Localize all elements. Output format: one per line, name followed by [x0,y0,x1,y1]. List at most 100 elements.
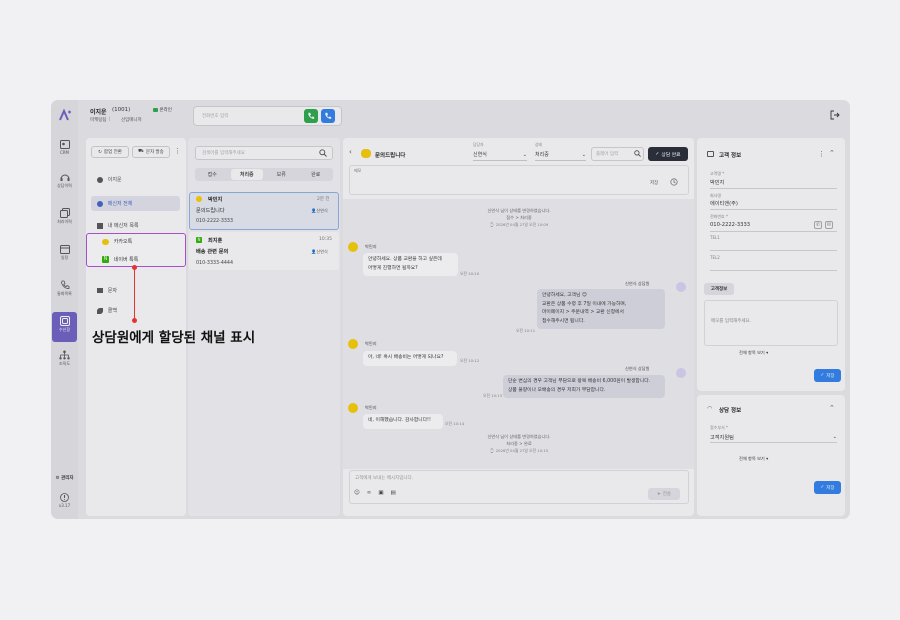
template-icon[interactable]: ▤ [391,490,396,496]
channel-all-text: 메신저 전체 [107,201,133,207]
tab-received[interactable]: 접수 [195,171,230,178]
send-label: 전송 [662,492,672,497]
rail-item-calls[interactable]: 통화목록 [51,280,78,297]
status-label: 온라인 [159,108,172,113]
customer-memo-tab[interactable]: 고객정보 [704,283,734,295]
switch-button[interactable]: ↻ 합업 전환 [91,146,129,158]
rail-item-crm[interactable]: CRM [51,140,78,155]
status-select[interactable]: 처리중 ⌄ [535,149,586,161]
phone-icon [308,112,315,119]
channel-mine[interactable]: 내 메신저 목록 [97,222,139,229]
naver-icon: N [102,256,109,263]
phone-field[interactable]: 010-2222-3333 [710,222,750,228]
image-icon[interactable]: ▣ [378,490,383,496]
clock-icon: ⌚ [489,448,495,453]
inbox-icon [59,316,70,326]
customer-avatar [348,339,358,349]
consult-save-button[interactable]: ✓ 저장 [814,481,841,494]
refresh-icon: ↻ [98,149,102,155]
history-icon[interactable] [670,178,678,188]
dept-label: 접수부서 * [710,425,728,430]
logout-icon[interactable] [830,110,840,120]
message-input[interactable]: 고객에게 보내는 메시지입니다. [355,475,413,481]
divider: | [109,117,111,122]
clock-icon: ⌚ [489,222,495,227]
collapse-icon[interactable]: ⌃ [829,404,835,412]
consult-done-label: 상담 완료 [661,152,681,158]
system-text: 처리중 > 완료 [506,441,532,446]
send-button[interactable]: ➤ 전송 [648,488,680,500]
search-icon[interactable] [319,149,327,159]
kakao-icon [361,149,371,158]
assignee-select[interactable]: 신연식 ⌄ [473,149,527,161]
annotation-dot [132,318,137,323]
rail-item-history[interactable]: 상담이력 [51,173,78,189]
tab-hold[interactable]: 보류 [264,171,299,178]
company-field[interactable]: 에이티엔(주) [710,200,738,207]
show-all-fields[interactable]: 전체 항목 보기 ▾ [739,350,768,356]
crm-icon [59,140,70,149]
memo-save-button[interactable]: 저장 [650,180,658,186]
message-area [343,199,694,469]
rail-item-org[interactable]: 조직도 [51,350,78,367]
user-icon [97,176,103,183]
link-icon[interactable]: ∞ [367,490,372,496]
back-icon[interactable]: ‹ [349,148,352,156]
phone-search-input[interactable]: 전화번호 입력 [193,106,342,126]
left-rail: CRM 상담이력 처리이력 일정 통화목록 수신함 조직도 ⚙ 관리자 v3.1… [51,100,78,519]
phone-icon [60,280,69,289]
rail-item-schedule[interactable]: 일정 [51,244,78,261]
conversation-time: 2분 전 [317,197,330,202]
tab-done[interactable]: 완료 [299,171,334,178]
rail-label: 수신함 [58,327,71,332]
divider [710,209,837,210]
channel-naver[interactable]: N 네이버 톡톡 [102,256,138,263]
assignee-value: 신연식 [473,152,487,158]
dept-select[interactable]: 고객지원팀 ⌄ [710,432,837,443]
conversation-search-input[interactable]: 검색어를 입력해주세요 [195,146,333,160]
conversation-title: 배송 관련 문의 [196,249,229,255]
status-badge[interactable]: 온라인 [153,107,172,113]
search-icon[interactable] [634,150,641,159]
tel1-field[interactable] [710,250,837,251]
rail-label: 일정 [60,255,69,260]
chevron-down-icon: ⌄ [581,151,586,158]
tab-row: 접수 처리중 보류 완료 [195,171,333,178]
message-icon[interactable]: ✉ [825,221,833,229]
collapse-icon[interactable]: ⌃ [829,149,835,157]
channel-user[interactable]: 이지운 [97,176,122,183]
channel-callback[interactable]: 콜백 [97,307,117,314]
channel-sms[interactable]: 문자 [97,287,117,294]
annotation-dot [132,265,137,270]
emoji-icon[interactable]: ☺ [354,490,360,496]
show-all-fields[interactable]: 전체 항목 보기 ▾ [739,456,768,462]
memo-box[interactable] [349,165,689,195]
call-button[interactable] [304,109,318,123]
transfer-call-button[interactable] [321,109,335,123]
message-line: 교환은 상품 수령 후 7일 이내에 가능하며, [542,301,627,307]
channel-kakao[interactable]: 카카오톡 [102,238,132,245]
gear-icon: ⚙ [55,476,60,481]
conversation-time: 10:35 [319,237,332,242]
tel2-field[interactable] [710,270,837,271]
logo-icon[interactable] [51,109,78,121]
consult-done-button[interactable]: ✓ 상담 완료 [648,147,688,161]
conversation-agent-label: 신연식 [316,208,328,213]
more-menu-icon[interactable]: ⋮ [818,150,825,158]
info-icon[interactable]: v3.17 [51,493,78,508]
rail-item-process[interactable]: 처리이력 [51,208,78,225]
customer-memo-input[interactable]: 메모를 입력해주세요. [704,300,838,346]
rail-label: 통화목록 [57,291,72,296]
customer-save-button[interactable]: ✓ 저장 [814,369,841,382]
more-menu-icon[interactable]: ⋮ [174,147,181,155]
sms-send-button[interactable]: ⛟ 문자 발송 [132,146,170,158]
rail-item-inbox[interactable]: 수신함 [52,312,77,342]
callback-icon [97,307,103,314]
naver-icon: N [196,237,202,243]
call-icon[interactable]: ✆ [814,221,822,229]
customer-name-field[interactable]: 박민지 [710,179,724,186]
message-sender: 박민지 [365,244,377,249]
admin-button[interactable]: ⚙ 관리자 [51,475,78,481]
rail-label: 처리이력 [57,219,72,224]
tab-processing[interactable]: 처리중 [230,171,265,178]
